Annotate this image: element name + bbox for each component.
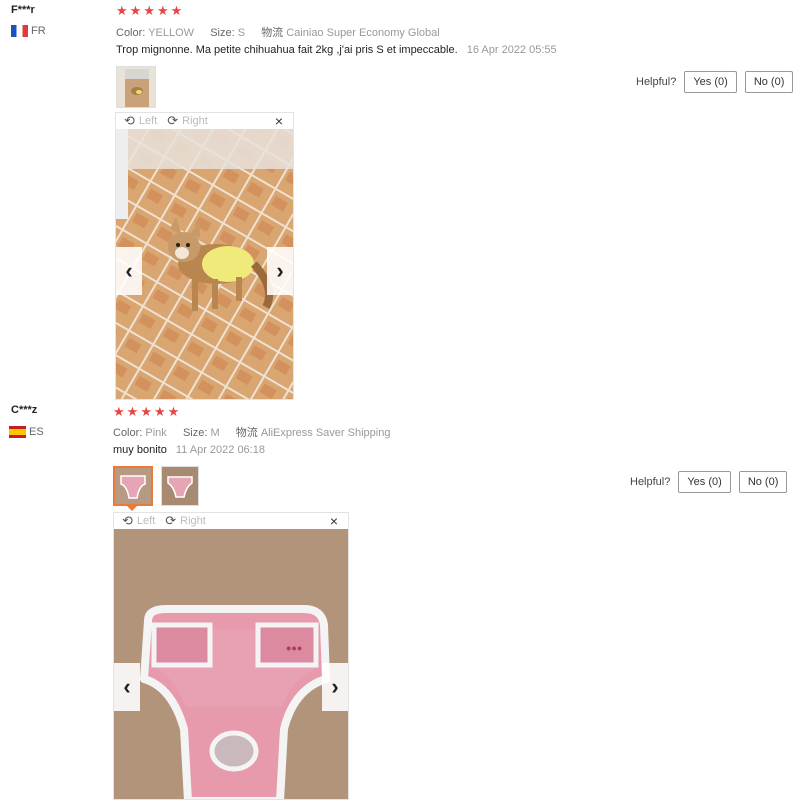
rotate-right-label: Right — [182, 115, 208, 127]
thumbnail-image — [115, 468, 151, 504]
size-label: Size: — [210, 27, 235, 39]
star-rating: ★ ★ ★ ★ ★ — [116, 4, 182, 17]
helpful-no-button[interactable]: No (0) — [738, 471, 788, 493]
color-value: YELLOW — [148, 27, 195, 39]
rotate-right-button[interactable]: ⟳ Right — [165, 513, 206, 529]
star-icon: ★ — [140, 404, 152, 419]
size-value: S — [237, 27, 246, 39]
reviewer-name: F***r — [11, 4, 35, 16]
review-photo: ●●● ‹ › — [114, 529, 348, 799]
size-label: Size: — [182, 427, 208, 439]
prev-photo-button[interactable]: ‹ — [116, 247, 142, 295]
pink-diaper-photo-image: ●●● — [114, 529, 348, 799]
chevron-left-icon: ‹ — [125, 258, 133, 283]
star-icon: ★ — [170, 3, 183, 18]
star-icon: ★ — [116, 3, 128, 18]
color-label: Color: — [113, 427, 143, 439]
helpful-votes: Helpful? Yes (0) No (0) — [630, 471, 788, 493]
color-label: Color: — [116, 27, 146, 39]
rotate-left-button[interactable]: ⟲ Left — [124, 113, 157, 129]
review-date: 11 Apr 2022 06:18 — [175, 444, 265, 456]
chevron-right-icon: › — [276, 258, 284, 283]
rotate-right-icon: ⟳ — [167, 113, 179, 128]
shipping-label: 物流 — [261, 27, 284, 39]
rotate-right-label: Right — [180, 515, 206, 527]
svg-text:●●●: ●●● — [286, 643, 302, 653]
next-photo-button[interactable]: › — [322, 663, 348, 711]
helpful-votes: Helpful? Yes (0) No (0) — [636, 71, 794, 93]
thumbnail-image — [117, 67, 155, 107]
order-attributes: Color: Pink Size: M 物流 AliExpress Saver … — [113, 424, 390, 440]
france-flag-icon — [11, 25, 28, 37]
helpful-label: Helpful? — [630, 476, 671, 488]
review-photo-thumbnail[interactable] — [161, 466, 199, 506]
review-text: Trop mignonne. Ma petite chihuahua fait … — [116, 44, 557, 56]
reviewer-country: FR — [11, 25, 46, 37]
country-code: FR — [31, 25, 46, 37]
rotate-left-button[interactable]: ⟲ Left — [122, 513, 155, 529]
shipping-value: AliExpress Saver Shipping — [260, 427, 391, 439]
reviewer-country: ES — [9, 426, 44, 438]
review-photo-thumbnail[interactable] — [116, 66, 156, 108]
rotate-left-icon: ⟲ — [122, 513, 133, 528]
helpful-no-button[interactable]: No (0) — [744, 71, 794, 93]
prev-photo-button[interactable]: ‹ — [114, 663, 140, 711]
helpful-label: Helpful? — [636, 76, 677, 88]
review-content: Trop mignonne. Ma petite chihuahua fait … — [116, 44, 458, 56]
thumbnail-image — [162, 467, 198, 505]
review-photo: ‹ › — [116, 129, 293, 399]
review-photo-thumbnail[interactable] — [113, 466, 153, 511]
shipping-value: Cainiao Super Economy Global — [286, 27, 440, 39]
star-icon: ★ — [129, 3, 142, 18]
reviewer-name: C***z — [11, 404, 38, 416]
photo-viewer: ⟲ Left ⟳ Right × ●●● ‹ › — [113, 512, 349, 800]
star-icon: ★ — [153, 404, 166, 419]
spain-flag-icon — [9, 426, 26, 438]
rotate-right-icon: ⟳ — [165, 513, 177, 528]
star-icon: ★ — [167, 404, 180, 419]
color-value: Pink — [145, 427, 167, 439]
review-text: muy bonito 11 Apr 2022 06:18 — [113, 444, 265, 456]
photo-viewer: ⟲ Left ⟳ Right × ‹ › — [115, 112, 294, 400]
rotate-right-button[interactable]: ⟳ Right — [167, 113, 208, 129]
star-icon: ★ — [126, 404, 139, 419]
next-photo-button[interactable]: › — [267, 247, 293, 295]
viewer-toolbar: ⟲ Left ⟳ Right × — [114, 513, 348, 529]
rotate-left-icon: ⟲ — [124, 113, 135, 128]
star-icon: ★ — [143, 3, 155, 18]
order-attributes: Color: YELLOW Size: S 物流 Cainiao Super E… — [116, 24, 440, 40]
size-value: M — [210, 427, 220, 439]
star-icon: ★ — [156, 3, 169, 18]
rotate-left-label: Left — [138, 115, 158, 127]
review-content: muy bonito — [113, 444, 167, 456]
helpful-yes-button[interactable]: Yes (0) — [678, 471, 731, 493]
close-viewer-icon[interactable]: × — [330, 513, 338, 529]
review-date: 16 Apr 2022 05:55 — [466, 44, 557, 56]
viewer-toolbar: ⟲ Left ⟳ Right × — [116, 113, 293, 129]
rotate-left-label: Left — [136, 515, 156, 527]
chevron-left-icon: ‹ — [123, 674, 131, 699]
country-code: ES — [29, 426, 44, 438]
helpful-yes-button[interactable]: Yes (0) — [684, 71, 737, 93]
shipping-label: 物流 — [235, 427, 258, 439]
star-icon: ★ — [113, 404, 125, 419]
close-viewer-icon[interactable]: × — [275, 113, 283, 129]
star-rating: ★ ★ ★ ★ ★ — [113, 405, 179, 418]
chevron-right-icon: › — [331, 674, 339, 699]
